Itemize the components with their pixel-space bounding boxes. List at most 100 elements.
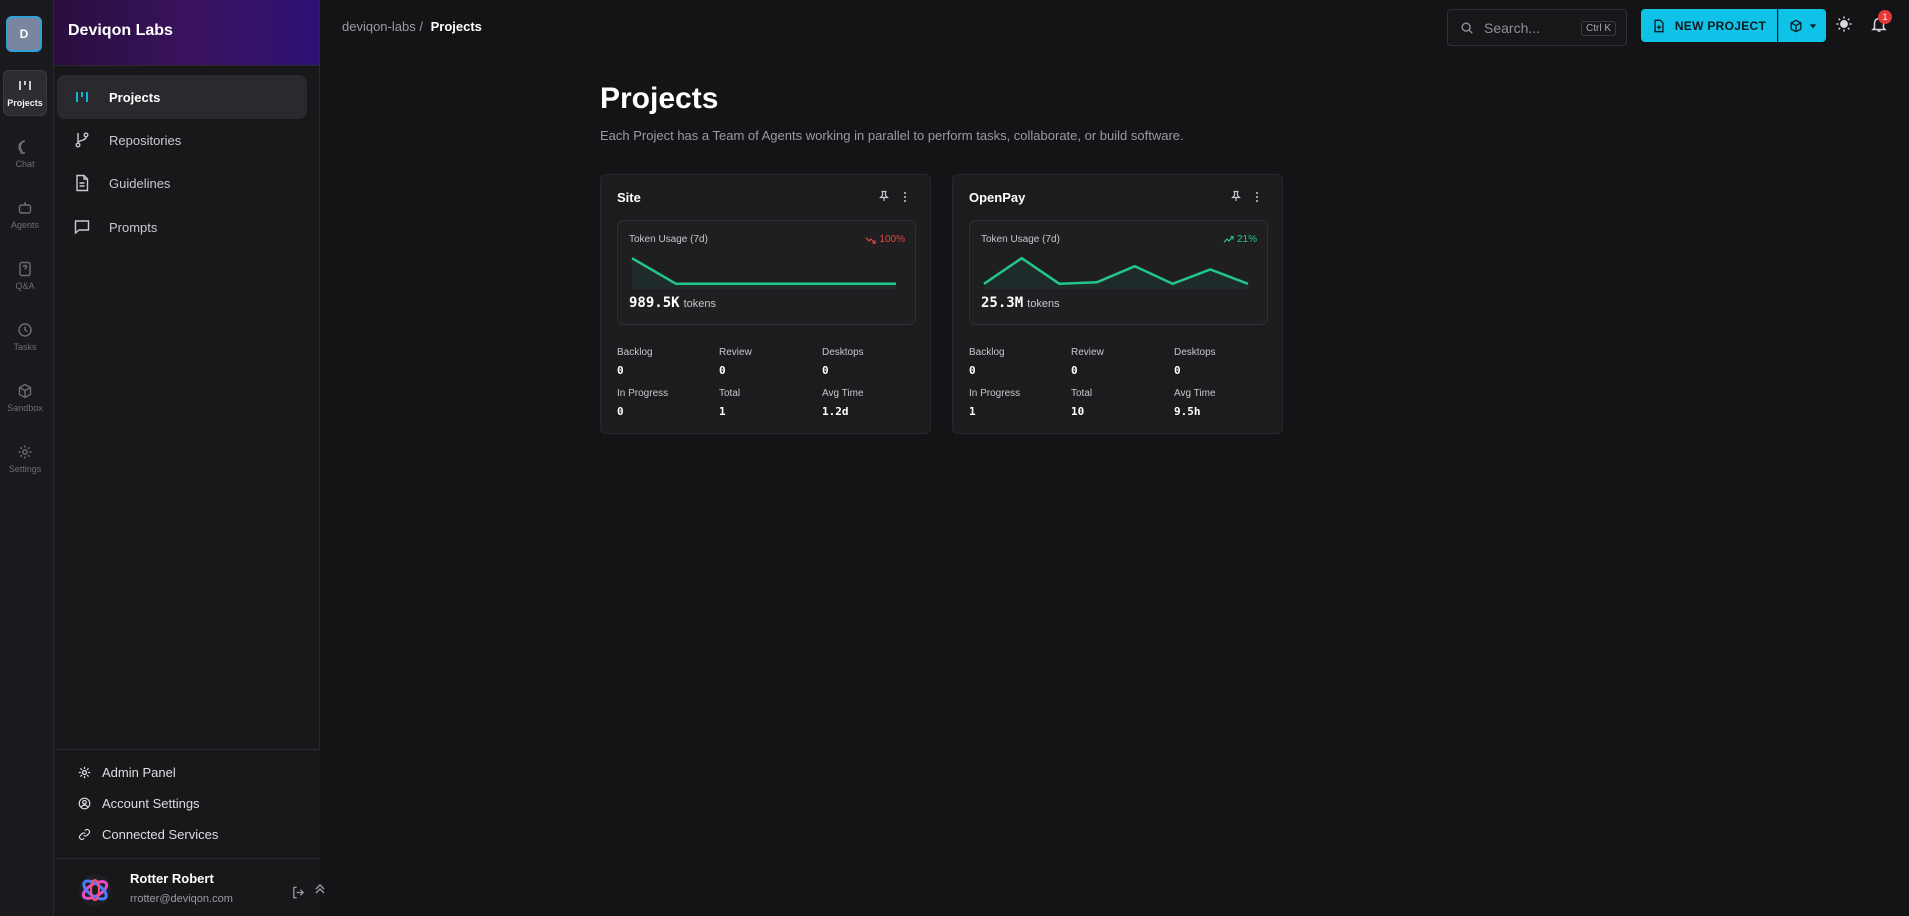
project-card-site[interactable]: Site Token Usage (7d) 100% 989.5K tokens … bbox=[600, 174, 931, 434]
icon-rail: D Projects Chat Agents Q&A Tasks Sandbox… bbox=[0, 0, 54, 916]
stat-value: 1 bbox=[719, 405, 726, 418]
rail-item-tasks[interactable]: Tasks bbox=[3, 314, 47, 360]
more-vertical-icon[interactable] bbox=[899, 191, 911, 203]
stat-total: Total 10 bbox=[1071, 388, 1161, 418]
chevrons-up-icon[interactable] bbox=[312, 881, 328, 897]
logout-icon[interactable] bbox=[291, 885, 306, 900]
connected-services-link[interactable]: Connected Services bbox=[54, 819, 320, 850]
gear-icon bbox=[18, 445, 32, 459]
token-usage-label: Token Usage (7d) bbox=[981, 234, 1060, 245]
project-name: Site bbox=[617, 190, 641, 205]
sidebar-item-projects[interactable]: Projects bbox=[57, 75, 307, 119]
chat-icon bbox=[18, 140, 26, 154]
sidebar-item-label: Guidelines bbox=[109, 175, 171, 191]
rail-label: Projects bbox=[7, 98, 43, 108]
breadcrumb-root[interactable]: deviqon-labs bbox=[342, 19, 416, 34]
admin-panel-link[interactable]: Admin Panel bbox=[54, 757, 320, 788]
rail-item-projects[interactable]: Projects bbox=[3, 70, 47, 116]
stat-backlog: Backlog 0 bbox=[969, 347, 1059, 377]
stat-in-progress: In Progress 0 bbox=[617, 388, 707, 418]
caret-down-icon bbox=[1809, 23, 1816, 28]
user-circle-icon bbox=[78, 797, 91, 810]
cube-icon bbox=[1790, 19, 1801, 32]
stat-value: 1.2d bbox=[822, 405, 849, 418]
stat-label: Total bbox=[719, 388, 741, 399]
rail-item-qa[interactable]: Q&A bbox=[3, 253, 47, 299]
file-plus-icon bbox=[1654, 19, 1664, 32]
token-sparkline bbox=[631, 257, 896, 289]
rail-label: Settings bbox=[8, 464, 42, 474]
trend-value: 100% bbox=[879, 234, 905, 245]
stat-label: Desktops bbox=[822, 347, 864, 358]
trending-up-icon bbox=[1223, 236, 1234, 243]
search-input[interactable]: Search... Ctrl K bbox=[1447, 9, 1627, 46]
projects-icon bbox=[19, 81, 31, 90]
sparkline-line bbox=[631, 257, 896, 286]
workspace-avatar[interactable]: D bbox=[6, 16, 42, 52]
stat-label: Avg Time bbox=[1174, 388, 1216, 399]
project-card-openpay[interactable]: OpenPay Token Usage (7d) 21% 25.3M tokens… bbox=[952, 174, 1283, 434]
stat-label: Backlog bbox=[617, 347, 653, 358]
user-profile[interactable]: Rotter Robert rrotter@deviqon.com bbox=[54, 858, 325, 916]
new-project-dropdown-button[interactable] bbox=[1778, 9, 1826, 42]
document-icon bbox=[76, 174, 89, 192]
stat-value: 1 bbox=[969, 405, 976, 418]
org-header[interactable]: Deviqon Labs bbox=[54, 0, 319, 66]
robot-icon bbox=[18, 202, 32, 214]
token-usage-panel: Token Usage (7d) 100% 989.5K tokens bbox=[617, 220, 916, 325]
stat-label: Avg Time bbox=[822, 388, 864, 399]
pin-icon[interactable] bbox=[1230, 190, 1242, 202]
stat-desktops: Desktops 0 bbox=[1174, 347, 1264, 377]
breadcrumb-separator: / bbox=[419, 19, 423, 34]
cube-icon bbox=[18, 383, 32, 399]
clock-icon bbox=[18, 323, 32, 337]
rail-item-settings[interactable]: Settings bbox=[3, 436, 47, 482]
stat-value: 0 bbox=[617, 405, 624, 418]
new-project-label: NEW PROJECT bbox=[1674, 18, 1767, 33]
link-icon bbox=[79, 829, 90, 840]
breadcrumb: deviqon-labs / Projects bbox=[342, 19, 482, 34]
more-vertical-icon[interactable] bbox=[1251, 191, 1263, 203]
pin-icon[interactable] bbox=[878, 190, 890, 202]
rail-item-chat[interactable]: Chat bbox=[3, 131, 47, 177]
account-settings-link[interactable]: Account Settings bbox=[54, 788, 320, 819]
token-total-value: 25.3M bbox=[981, 295, 1024, 311]
stat-review: Review 0 bbox=[719, 347, 809, 377]
user-email: rrotter@deviqon.com bbox=[130, 893, 233, 905]
trend-badge: 100% bbox=[865, 234, 905, 245]
search-shortcut: Ctrl K bbox=[1581, 21, 1616, 36]
page-title: Projects bbox=[600, 82, 719, 115]
trend-badge: 21% bbox=[1223, 234, 1257, 245]
sidebar-item-label: Repositories bbox=[109, 132, 182, 148]
search-placeholder: Search... bbox=[1484, 19, 1541, 36]
git-branch-icon bbox=[75, 132, 89, 148]
stat-label: In Progress bbox=[969, 388, 1021, 399]
token-total: 989.5K tokens bbox=[629, 295, 716, 311]
sidebar-item-guidelines[interactable]: Guidelines bbox=[57, 161, 307, 205]
rail-label: Sandbox bbox=[7, 403, 43, 413]
rail-item-sandbox[interactable]: Sandbox bbox=[3, 375, 47, 421]
stat-value: 9.5h bbox=[1174, 405, 1201, 418]
token-total: 25.3M tokens bbox=[981, 295, 1060, 311]
stat-label: Backlog bbox=[969, 347, 1005, 358]
rail-label: Agents bbox=[10, 220, 40, 230]
sidebar-item-label: Projects bbox=[109, 89, 161, 105]
gear-icon bbox=[78, 766, 91, 779]
sidebar-item-prompts[interactable]: Prompts bbox=[57, 205, 307, 249]
stat-in-progress: In Progress 1 bbox=[969, 388, 1059, 418]
stat-review: Review 0 bbox=[1071, 347, 1161, 377]
project-name: OpenPay bbox=[969, 190, 1026, 205]
sun-icon[interactable] bbox=[1835, 15, 1853, 33]
sidebar-item-repositories[interactable]: Repositories bbox=[57, 118, 307, 162]
stat-label: Review bbox=[1071, 347, 1104, 358]
sidebar-footer: Admin Panel Account Settings Connected S… bbox=[54, 749, 325, 916]
new-project-button[interactable]: NEW PROJECT bbox=[1641, 9, 1777, 42]
token-usage-label: Token Usage (7d) bbox=[629, 234, 708, 245]
rail-label: Tasks bbox=[13, 342, 37, 352]
org-name: Deviqon Labs bbox=[68, 22, 173, 39]
stat-value: 0 bbox=[1071, 364, 1078, 377]
page-subtitle: Each Project has a Team of Agents workin… bbox=[600, 128, 1184, 143]
stat-value: 0 bbox=[969, 364, 976, 377]
stat-value: 10 bbox=[1071, 405, 1085, 418]
rail-item-agents[interactable]: Agents bbox=[3, 192, 47, 238]
